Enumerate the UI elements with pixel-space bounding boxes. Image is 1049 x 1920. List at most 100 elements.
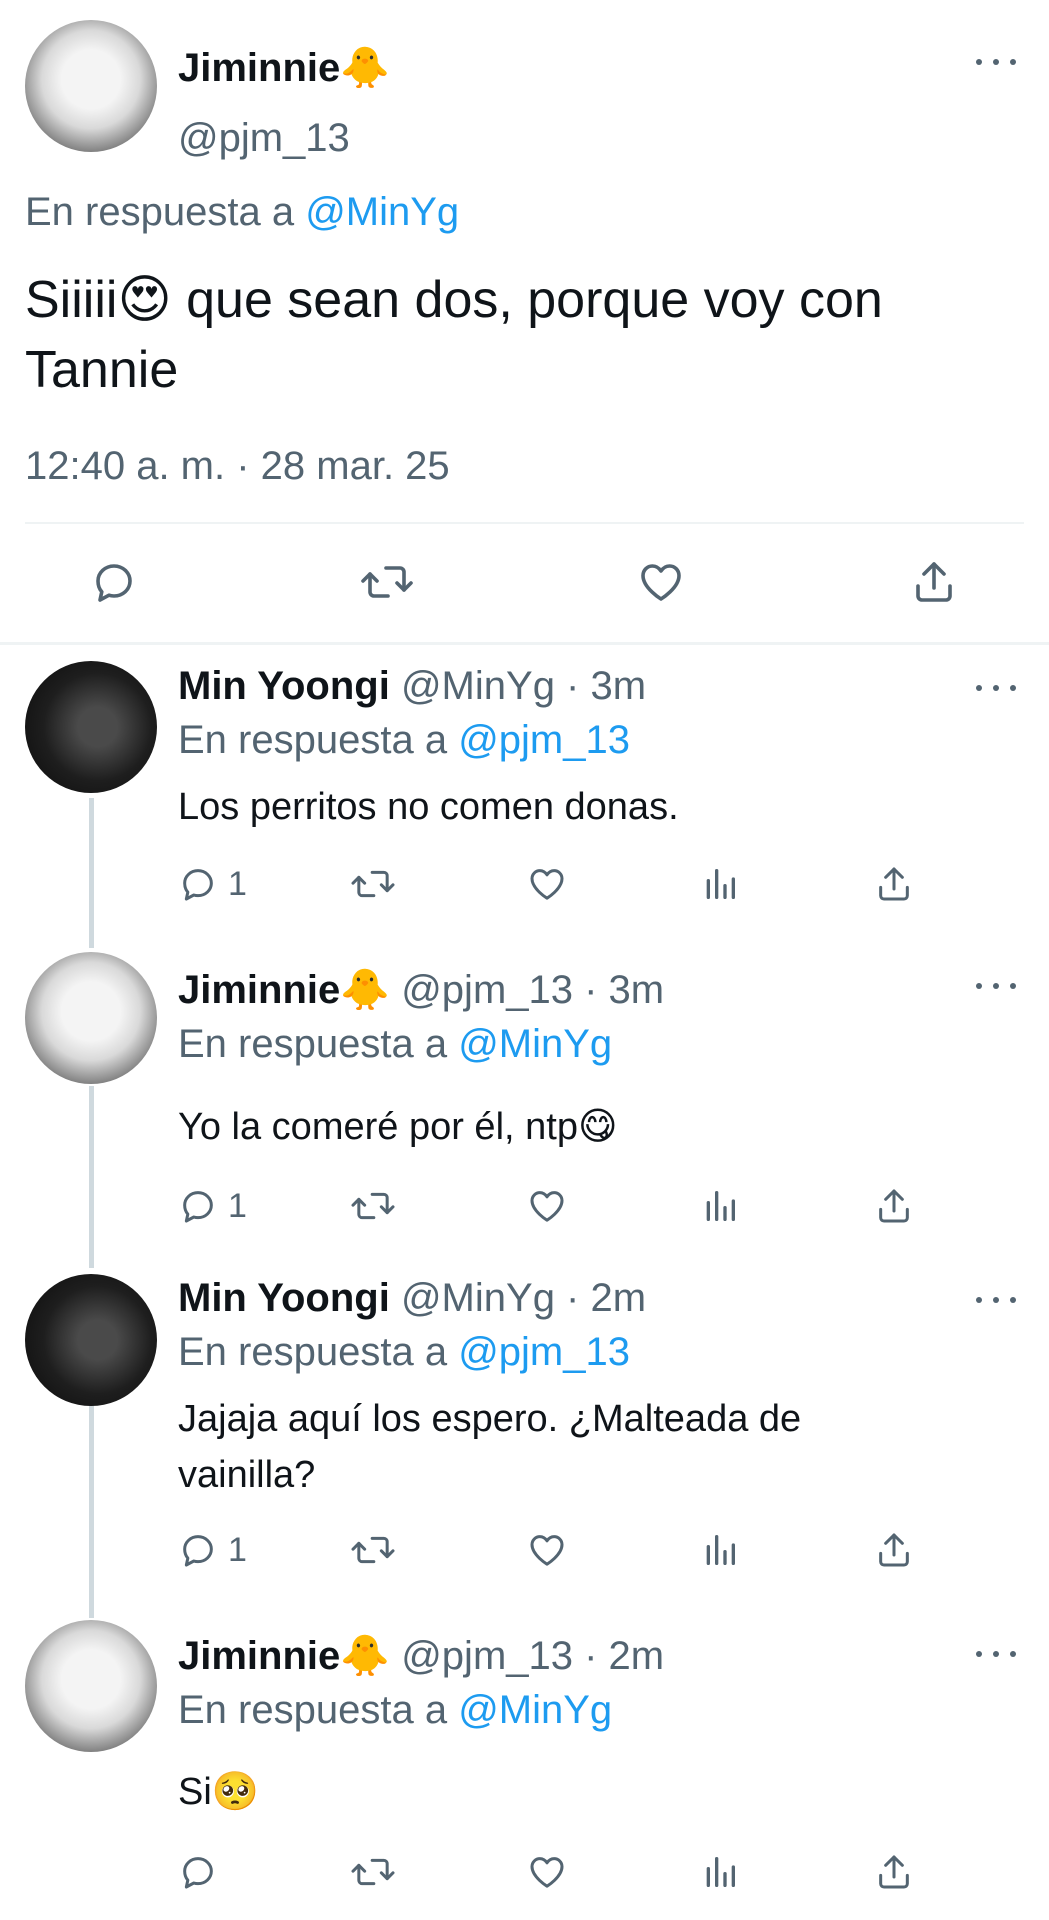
author-meta: @MinYg · 2m <box>400 1276 647 1320</box>
reply-to-link[interactable]: @MinYg <box>458 1688 612 1732</box>
like-button[interactable] <box>526 1852 568 1892</box>
author-name[interactable]: Jiminnie🐥 <box>178 44 390 91</box>
heart-icon <box>530 1857 564 1888</box>
thread-line <box>89 1374 94 1618</box>
heart-icon <box>530 869 564 900</box>
more-options-button[interactable] <box>976 976 1016 996</box>
like-button[interactable] <box>636 558 686 606</box>
reply-icon <box>96 564 132 602</box>
reply-button[interactable]: 1 <box>178 1186 247 1226</box>
retweet-button[interactable] <box>350 1530 396 1570</box>
reply-button[interactable] <box>178 1852 228 1892</box>
more-icon-dot <box>993 59 999 65</box>
like-button[interactable] <box>526 1186 568 1226</box>
reply-header: Jiminnie🐥 @pjm_13 · 2m <box>178 1632 664 1679</box>
heart-icon <box>641 564 681 601</box>
author-meta: @pjm_13 · 3m <box>401 968 665 1012</box>
thread-line <box>89 798 94 948</box>
retweet-button[interactable] <box>350 1186 396 1226</box>
avatar[interactable] <box>25 20 157 152</box>
share-icon <box>879 1855 909 1889</box>
author-name[interactable]: Min Yoongi <box>178 664 390 708</box>
views-icon <box>706 1535 735 1565</box>
reply-button[interactable]: 1 <box>178 864 247 904</box>
avatar[interactable] <box>25 1620 157 1752</box>
reply-icon <box>183 1191 213 1223</box>
author-meta: @MinYg · 3m <box>400 664 647 708</box>
share-button[interactable] <box>910 558 958 606</box>
retweet-icon <box>351 1858 395 1886</box>
reply-context: En respuesta a @MinYg <box>178 1688 612 1733</box>
avatar[interactable] <box>25 952 157 1084</box>
reply-icon <box>183 1535 213 1567</box>
views-icon <box>706 1191 735 1221</box>
like-button[interactable] <box>526 1530 568 1570</box>
retweet-button[interactable] <box>350 1852 396 1892</box>
author-handle[interactable]: @pjm_13 <box>178 116 350 161</box>
tweet-text-line: Si🥺 <box>178 1771 260 1813</box>
tweet-text-line: Yo la comeré por él, ntp😋 <box>178 1106 618 1148</box>
like-button[interactable] <box>526 864 568 904</box>
reply-button[interactable] <box>90 558 138 606</box>
more-icon-dot <box>1010 983 1016 989</box>
author-name[interactable]: Jiminnie🐥 <box>178 968 390 1012</box>
views-button[interactable] <box>700 1186 740 1226</box>
tweet-text-line: Los perritos no comen donas. <box>178 786 679 828</box>
views-button[interactable] <box>700 1530 740 1570</box>
reply-header: Min Yoongi @MinYg · 2m <box>178 1276 646 1321</box>
more-icon-dot <box>993 1297 999 1303</box>
share-button[interactable] <box>874 1852 914 1892</box>
avatar[interactable] <box>25 1274 157 1406</box>
heart-icon <box>530 1535 564 1566</box>
author-name[interactable]: Jiminnie🐥 <box>178 1634 390 1678</box>
more-icon-dot <box>993 1651 999 1657</box>
retweet-button[interactable] <box>360 558 414 606</box>
tweet-timestamp: 12:40 a. m. · 28 mar. 25 <box>25 444 450 488</box>
more-options-button[interactable] <box>976 1644 1016 1664</box>
retweet-button[interactable] <box>350 864 396 904</box>
reply-prefix: En respuesta a <box>178 1330 448 1374</box>
more-icon-dot <box>976 1651 982 1657</box>
more-options-button[interactable] <box>976 1290 1016 1310</box>
retweet-icon <box>351 1536 395 1564</box>
divider <box>25 522 1024 524</box>
share-icon <box>879 1533 909 1567</box>
share-icon <box>879 1189 909 1223</box>
share-button[interactable] <box>874 864 914 904</box>
reply-context: En respuesta a @MinYg <box>25 190 459 235</box>
heart-icon <box>530 1191 564 1222</box>
more-icon-dot <box>976 1297 982 1303</box>
reply-context: En respuesta a @MinYg <box>178 1022 612 1067</box>
views-button[interactable] <box>700 864 740 904</box>
more-icon-dot <box>993 983 999 989</box>
views-button[interactable] <box>700 1852 740 1892</box>
share-icon <box>916 562 952 602</box>
reply-context: En respuesta a @pjm_13 <box>178 718 630 763</box>
more-icon-dot <box>1010 59 1016 65</box>
reply-button[interactable]: 1 <box>178 1530 247 1570</box>
reply-prefix: En respuesta a <box>178 1688 448 1732</box>
more-icon-dot <box>1010 1651 1016 1657</box>
more-options-button[interactable] <box>976 52 1016 72</box>
reply-to-link[interactable]: @pjm_13 <box>458 718 630 762</box>
tweet-text-line: Siiiii😍 que sean dos, porque voy con <box>25 271 883 329</box>
author-name[interactable]: Min Yoongi <box>178 1276 390 1320</box>
views-icon <box>706 1857 735 1887</box>
reply-prefix: En respuesta a <box>25 190 295 234</box>
more-icon-dot <box>1010 685 1016 691</box>
reply-count: 1 <box>228 1530 247 1569</box>
avatar[interactable] <box>25 661 157 793</box>
tweet-text-line: Jajaja aquí los espero. ¿Malteada de <box>178 1398 802 1440</box>
reply-to-link[interactable]: @MinYg <box>305 190 459 234</box>
reply-prefix: En respuesta a <box>178 718 448 762</box>
reply-to-link[interactable]: @pjm_13 <box>458 1330 630 1374</box>
more-icon-dot <box>993 685 999 691</box>
reply-header: Min Yoongi @MinYg · 3m <box>178 664 646 709</box>
tweet-text-line: vainilla? <box>178 1454 316 1496</box>
share-button[interactable] <box>874 1186 914 1226</box>
more-options-button[interactable] <box>976 678 1016 698</box>
author-meta: @pjm_13 · 2m <box>401 1634 665 1678</box>
share-button[interactable] <box>874 1530 914 1570</box>
more-icon-dot <box>976 983 982 989</box>
reply-to-link[interactable]: @MinYg <box>458 1022 612 1066</box>
